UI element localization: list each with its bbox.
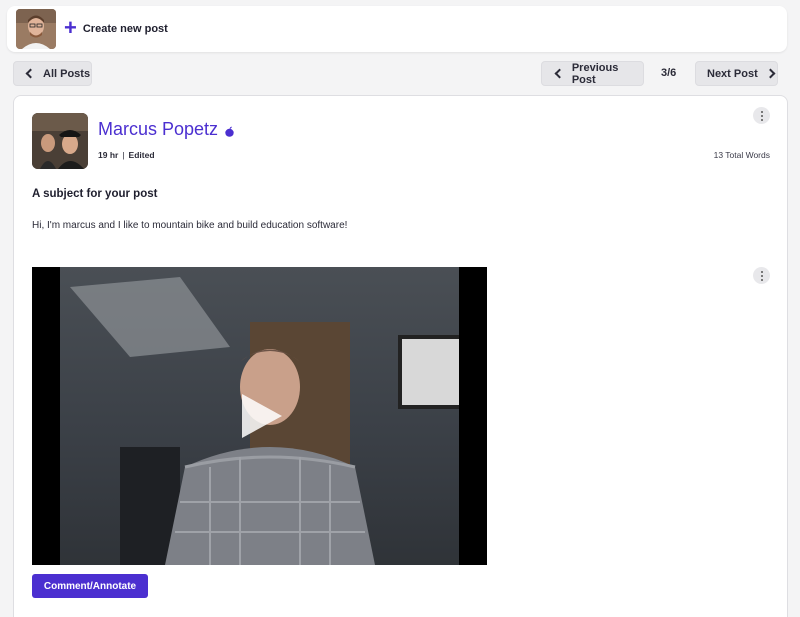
chevron-left-icon bbox=[25, 68, 36, 79]
post-body: Hi, I'm marcus and I like to mountain bi… bbox=[32, 220, 348, 231]
user-avatar[interactable] bbox=[16, 9, 56, 49]
next-post-label: Next Post bbox=[707, 67, 758, 80]
chevron-right-icon bbox=[765, 68, 776, 79]
video-player[interactable] bbox=[32, 267, 487, 565]
user-avatar-image bbox=[16, 9, 56, 49]
top-bar: + Create new post bbox=[7, 6, 787, 52]
edited-label: Edited bbox=[128, 150, 155, 160]
comment-annotate-button[interactable]: Comment/Annotate bbox=[32, 574, 148, 598]
author-avatar-image bbox=[32, 113, 88, 169]
plus-icon: + bbox=[64, 15, 77, 40]
post-menu-icon[interactable] bbox=[753, 107, 770, 124]
media-menu-icon[interactable] bbox=[753, 267, 770, 284]
play-icon[interactable] bbox=[242, 394, 282, 438]
previous-post-button[interactable]: Previous Post bbox=[541, 61, 644, 86]
word-count: 13 Total Words bbox=[713, 150, 770, 160]
create-post-button[interactable]: + Create new post bbox=[64, 15, 168, 40]
meta-separator: | bbox=[122, 150, 125, 160]
all-posts-button[interactable]: All Posts bbox=[13, 61, 92, 86]
all-posts-label: All Posts bbox=[43, 67, 91, 80]
chevron-left-icon bbox=[554, 68, 565, 79]
post-counter: 3/6 bbox=[661, 67, 677, 79]
post-subject: A subject for your post bbox=[32, 188, 158, 200]
post-card: Marcus Popetz 19 hr | Edited 13 Total Word… bbox=[13, 95, 788, 617]
apple-badge-icon bbox=[225, 126, 234, 137]
previous-post-label: Previous Post bbox=[571, 61, 619, 86]
author-avatar[interactable] bbox=[32, 113, 88, 169]
next-post-button[interactable]: Next Post bbox=[695, 61, 778, 86]
post-time: 19 hr bbox=[98, 150, 119, 160]
post-meta: 19 hr | Edited bbox=[98, 150, 155, 160]
author-name[interactable]: Marcus Popetz bbox=[98, 119, 218, 140]
create-post-label: Create new post bbox=[82, 23, 168, 35]
